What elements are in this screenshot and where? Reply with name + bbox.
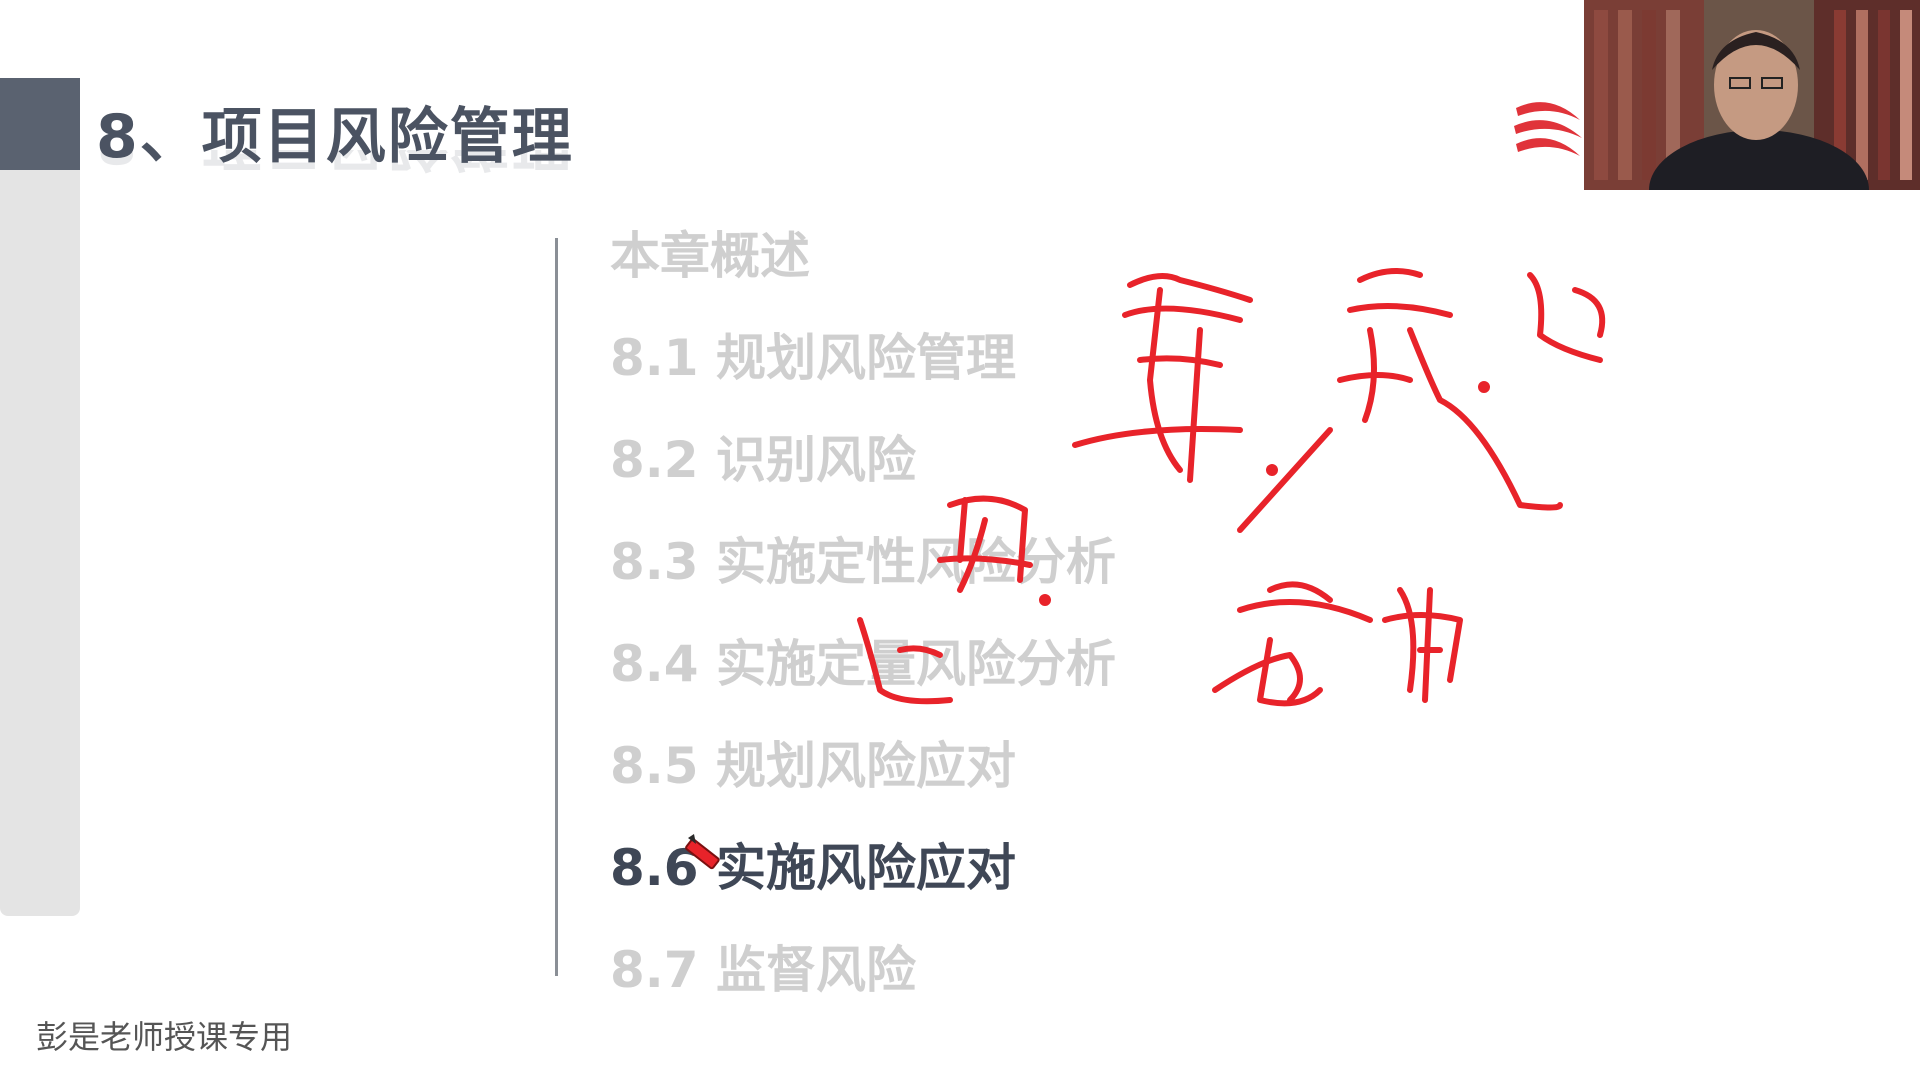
toc-divider [555,238,558,976]
webcam-overlay [1584,0,1920,190]
toc-item-8-7[interactable]: 8.7 监督风险 [610,940,1116,1042]
footer-text: 彭是老师授课专用 [36,1018,293,1056]
slide: 8、项目风险管理 8、项目风险管理 本章概述 8.1 规划风险管理 8.2 识别… [0,0,1920,1080]
slide-title-reflection: 8、项目风险管理 [96,150,574,190]
toc-item-8-2[interactable]: 8.2 识别风险 [610,430,1116,532]
table-of-contents: 本章概述 8.1 规划风险管理 8.2 识别风险 8.3 实施定性风险分析 8.… [610,226,1116,1042]
left-decorative-band [0,78,80,916]
toc-item-8-4[interactable]: 8.4 实施定量风险分析 [610,634,1116,736]
brand-logo-icon [1514,102,1582,156]
toc-item-8-5[interactable]: 8.5 规划风险应对 [610,736,1116,838]
pen-tool-icon[interactable] [680,830,726,876]
toc-item-8-1[interactable]: 8.1 规划风险管理 [610,328,1116,430]
webcam-feed [1584,0,1920,190]
toc-item-overview[interactable]: 本章概述 [610,226,1116,328]
title-accent-bar [0,78,80,170]
toc-item-8-3[interactable]: 8.3 实施定性风险分析 [610,532,1116,634]
